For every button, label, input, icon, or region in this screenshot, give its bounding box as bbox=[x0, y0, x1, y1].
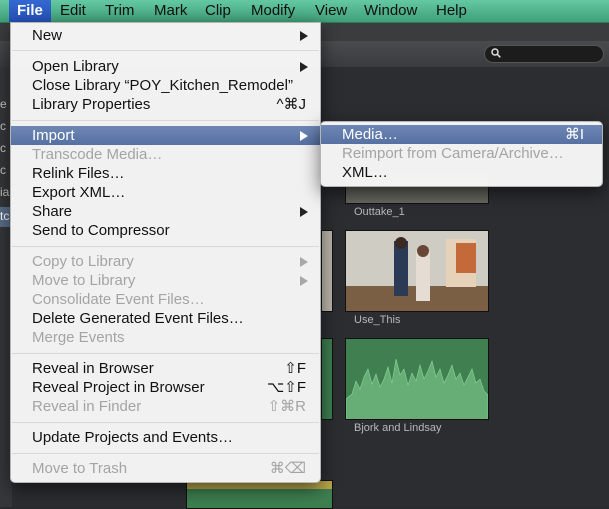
clip-thumbnail[interactable] bbox=[345, 230, 489, 312]
menu-item-label: Library Properties bbox=[32, 96, 151, 113]
menubar-modify[interactable]: Modify bbox=[243, 0, 303, 22]
menu-item-shortcut: ⇧⌘R bbox=[267, 398, 306, 415]
file-menu: New Open Library Close Library “POY_Kitc… bbox=[10, 22, 321, 483]
audio-waveform bbox=[346, 339, 488, 419]
menubar-clip[interactable]: Clip bbox=[197, 0, 239, 22]
menu-item-label: Reveal in Browser bbox=[32, 360, 154, 377]
menu-item-share[interactable]: Share bbox=[11, 202, 320, 221]
menu-item-label: XML… bbox=[342, 164, 388, 181]
menu-item-label: Copy to Library bbox=[32, 253, 134, 270]
menu-item-shortcut: ⌘I bbox=[564, 126, 584, 143]
menu-item-label: Reimport from Camera/Archive… bbox=[342, 145, 564, 162]
menu-item-label: Open Library bbox=[32, 58, 119, 75]
menubar-mark[interactable]: Mark bbox=[146, 0, 195, 22]
menubar-trim[interactable]: Trim bbox=[97, 0, 142, 22]
menu-item-shortcut: ⌥⇧F bbox=[266, 379, 306, 396]
clip-thumbnail[interactable] bbox=[321, 230, 333, 312]
menu-item-label: Media… bbox=[342, 126, 398, 143]
menu-item-label: Move to Library bbox=[32, 272, 136, 289]
clip-thumbnail[interactable] bbox=[345, 338, 489, 420]
clip-thumbnail[interactable] bbox=[186, 480, 333, 509]
menu-item-send-to-compressor[interactable]: Send to Compressor bbox=[11, 221, 320, 240]
menu-item-new[interactable]: New bbox=[11, 26, 320, 45]
menu-separator bbox=[12, 422, 319, 423]
menu-item-import-xml[interactable]: XML… bbox=[321, 163, 602, 182]
menu-item-move-to-library[interactable]: Move to Library bbox=[11, 271, 320, 290]
menu-item-shortcut: ^⌘J bbox=[276, 96, 306, 113]
menu-item-consolidate-event-files[interactable]: Consolidate Event Files… bbox=[11, 290, 320, 309]
menu-item-label: Send to Compressor bbox=[32, 222, 170, 239]
menu-item-close-library[interactable]: Close Library “POY_Kitchen_Remodel” bbox=[11, 76, 320, 95]
menu-item-import[interactable]: Import bbox=[11, 126, 320, 145]
menu-item-open-library[interactable]: Open Library bbox=[11, 57, 320, 76]
menu-item-import-media[interactable]: Media… ⌘I bbox=[321, 125, 602, 144]
menubar-view[interactable]: View bbox=[307, 0, 355, 22]
menu-item-copy-to-library[interactable]: Copy to Library bbox=[11, 252, 320, 271]
submenu-arrow-icon bbox=[300, 257, 308, 267]
search-icon bbox=[491, 48, 501, 58]
menu-item-move-to-trash[interactable]: Move to Trash ⌘⌫ bbox=[11, 459, 320, 478]
submenu-arrow-icon bbox=[300, 131, 308, 141]
menu-item-reveal-in-browser[interactable]: Reveal in Browser ⇧F bbox=[11, 359, 320, 378]
menu-item-label: Reveal Project in Browser bbox=[32, 379, 205, 396]
clip-name: Outtake_1 bbox=[354, 206, 405, 218]
menu-item-label: Close Library “POY_Kitchen_Remodel” bbox=[32, 77, 293, 94]
menu-bar: File Edit Trim Mark Clip Modify View Win… bbox=[0, 0, 609, 23]
menu-item-shortcut: ⌘⌫ bbox=[269, 460, 306, 477]
room-photo bbox=[346, 231, 488, 311]
menu-item-merge-events[interactable]: Merge Events bbox=[11, 328, 320, 347]
menu-item-transcode-media[interactable]: Transcode Media… bbox=[11, 145, 320, 164]
menu-separator bbox=[12, 50, 319, 51]
menu-item-label: Delete Generated Event Files… bbox=[32, 310, 244, 327]
menu-item-label: Export XML… bbox=[32, 184, 126, 201]
menu-item-reimport-from-camera[interactable]: Reimport from Camera/Archive… bbox=[321, 144, 602, 163]
menu-item-export-xml[interactable]: Export XML… bbox=[11, 183, 320, 202]
menu-item-label: Merge Events bbox=[32, 329, 125, 346]
menu-item-label: Relink Files… bbox=[32, 165, 125, 182]
menu-item-label: Share bbox=[32, 203, 73, 220]
menu-separator bbox=[12, 120, 319, 121]
menubar-edit[interactable]: Edit bbox=[52, 0, 94, 22]
submenu-arrow-icon bbox=[300, 62, 308, 72]
submenu-arrow-icon bbox=[300, 276, 308, 286]
submenu-arrow-icon bbox=[300, 207, 308, 217]
menu-separator bbox=[12, 246, 319, 247]
menu-item-reveal-project-in-browser[interactable]: Reveal Project in Browser ⌥⇧F bbox=[11, 378, 320, 397]
search-field[interactable] bbox=[484, 45, 604, 63]
menu-item-label: Transcode Media… bbox=[32, 146, 163, 163]
menu-item-label: Update Projects and Events… bbox=[32, 429, 233, 446]
menu-item-label: Move to Trash bbox=[32, 460, 128, 477]
menu-item-label: Import bbox=[32, 127, 75, 144]
menu-item-reveal-in-finder[interactable]: Reveal in Finder ⇧⌘R bbox=[11, 397, 320, 416]
menubar-window[interactable]: Window bbox=[356, 0, 425, 22]
clip-name: Bjork and Lindsay bbox=[354, 422, 442, 434]
menu-item-label: New bbox=[32, 27, 63, 44]
menubar-help[interactable]: Help bbox=[428, 0, 475, 22]
clip-thumbnail[interactable] bbox=[321, 338, 333, 420]
clip-name: Use_This bbox=[354, 314, 401, 326]
menu-item-library-properties[interactable]: Library Properties ^⌘J bbox=[11, 95, 320, 114]
menu-item-update-projects-and-events[interactable]: Update Projects and Events… bbox=[11, 428, 320, 447]
menu-item-label: Reveal in Finder bbox=[32, 398, 142, 415]
menu-item-shortcut: ⇧F bbox=[284, 360, 306, 377]
menu-separator bbox=[12, 353, 319, 354]
menu-item-delete-generated-event-files[interactable]: Delete Generated Event Files… bbox=[11, 309, 320, 328]
menu-separator bbox=[12, 453, 319, 454]
import-submenu: Media… ⌘I Reimport from Camera/Archive… … bbox=[320, 121, 603, 187]
menu-item-relink-files[interactable]: Relink Files… bbox=[11, 164, 320, 183]
menubar-file[interactable]: File bbox=[9, 0, 51, 22]
submenu-arrow-icon bbox=[300, 31, 308, 41]
menu-item-label: Consolidate Event Files… bbox=[32, 291, 205, 308]
